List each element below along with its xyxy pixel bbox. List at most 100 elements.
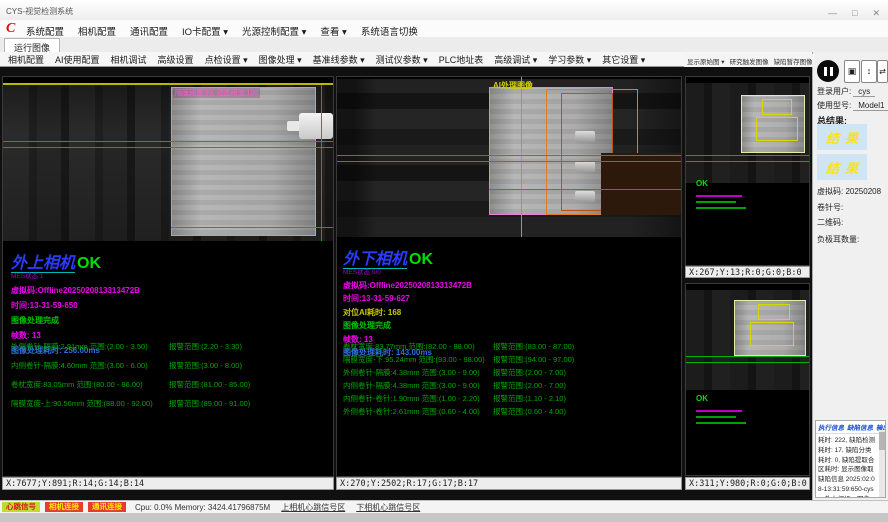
toolbar-item-image-process[interactable]: 图像处理 ▾	[259, 53, 302, 66]
toolbar-item-baseline-params[interactable]: 基准线参数 ▾	[313, 53, 365, 66]
menu-item-light-config[interactable]: 光源控制配置 ▾	[242, 24, 306, 38]
menu-item-camera-config[interactable]: 相机配置	[78, 24, 116, 38]
alarm-range-text: 报警范围:(83.00 - 87.00)	[493, 341, 574, 354]
menu-item-comm-config[interactable]: 通讯配置	[130, 24, 168, 38]
toolbar-item-advanced-settings[interactable]: 高级设置	[158, 53, 194, 66]
fixture-shadow	[601, 153, 682, 215]
tab-exec-info[interactable]: 执行信息	[818, 422, 844, 432]
result-overlay-mini: OK	[696, 173, 746, 209]
menu-bar: C 系统配置 相机配置 通讯配置 IO卡配置 ▾ 光源控制配置 ▾ 查看 ▾ 系…	[0, 20, 888, 37]
text-line-decoration	[696, 416, 736, 418]
swap-arrow-icon: ⇄	[879, 67, 886, 76]
menu-item-view[interactable]: 查看 ▾	[320, 24, 346, 38]
thumbnail-tab-strip: 显示原始图 ▾ 研究触发图像 缺陷暂存图像	[684, 54, 814, 67]
result-box-lower: 结果	[817, 154, 867, 180]
lower-camera-heartbeat-link[interactable]: 下相机心跳信号区	[356, 502, 420, 513]
minimize-button[interactable]: —	[828, 8, 837, 19]
measurement-text: 隔膜宽度-上:90.56mm 范围:(88.00 - 92.00)	[11, 398, 169, 417]
time-line: 时间:13-31-59-627	[343, 293, 643, 304]
upper-camera-heartbeat-link[interactable]: 上相机心跳信号区	[281, 502, 345, 513]
tab-trigger-image[interactable]: 研究触发图像	[730, 56, 769, 66]
updown-tool-button[interactable]: ↕	[861, 60, 877, 83]
measure-green-line	[686, 161, 809, 162]
alarm-range-text: 报警范围:(3.00 - 8.00)	[169, 360, 242, 379]
measure-green-line	[337, 161, 681, 162]
info-log-scrollbar[interactable]	[879, 430, 885, 497]
model-label: 使用型号:	[817, 101, 851, 110]
tab-defect-info[interactable]: 缺陷信息	[847, 422, 873, 432]
measurement-text: 外侧卷针-隔膜:2.91mm 范围:(2.00 - 3.50)	[11, 341, 169, 360]
toolbar-item-plc-table[interactable]: PLC地址表	[439, 53, 484, 66]
measurement-text: 外侧卷针-卷针:2.61mm 范围:(0.60 - 4.00)	[343, 406, 493, 419]
measurement-row: 隔膜宽度-上:90.56mm 范围:(88.00 - 92.00) 报警范围:(…	[11, 398, 333, 417]
heartbeat-status-badge: 心跳信号	[2, 502, 40, 512]
app-logo-icon: C	[6, 21, 15, 37]
result-overlay-mini: OK	[696, 388, 746, 424]
view-tab-strip: 运行图像	[0, 37, 888, 53]
ai-elapsed-line: 对位AI耗时: 168	[343, 307, 643, 318]
alarm-range-text: 报警范围:(0.60 - 4.00)	[493, 406, 566, 419]
thumbnail-view-bottom[interactable]: OK	[685, 283, 810, 476]
grid-tool-button[interactable]: ▣	[844, 60, 860, 83]
camera-view-upper-outer[interactable]: 隔膜阈值:93, 动态阈值:100 外上相机OK MES状态:1 虚拟码:Off…	[2, 76, 334, 477]
maximize-button[interactable]: □	[852, 8, 857, 19]
measurement-row: 内侧卷针-隔膜:4.38mm 范围:(3.00 - 9.00) 报警范围:(2.…	[343, 380, 679, 393]
camera-result-line: 外上相机OK	[11, 255, 311, 273]
toolbar-item-spot-check[interactable]: 点检设置 ▾	[205, 53, 248, 66]
pin-number-label: 卷针号:	[817, 202, 843, 213]
camera-view-lower-outer[interactable]: AI处理图像 外下相机OK MES状态:0/0 虚拟码:Offline20250…	[336, 76, 682, 477]
toolbar-item-camera-debug[interactable]: 相机调试	[111, 53, 147, 66]
camera-name: 外下相机	[343, 251, 407, 269]
virtual-code-line: 虚拟码:Offline2025020813313472B	[343, 280, 643, 291]
measure-green-line	[686, 155, 809, 156]
text-line-decoration	[696, 195, 742, 197]
measure-green-line	[686, 362, 809, 363]
toolbar-item-learn-params[interactable]: 学习参数 ▾	[548, 53, 591, 66]
cpu-memory-status: Cpu: 0.0% Memory: 3424.41796875M	[135, 503, 270, 512]
toolbar-item-tester-params[interactable]: 测试仪参数 ▾	[376, 53, 428, 66]
menu-item-system-config[interactable]: 系统配置	[26, 24, 64, 38]
measurement-text: 内侧卷针-隔膜:4.60mm 范围:(3.00 - 6.00)	[11, 360, 169, 379]
camera-result-line: 外下相机OK	[343, 251, 643, 269]
login-user-row: 登录用户:cys	[817, 86, 875, 97]
status-bar: 心跳信号 相机连接 通讯连接 Cpu: 0.0% Memory: 3424.41…	[0, 500, 888, 513]
baseline-yellow-line-vertical	[521, 77, 522, 237]
window-title: CYS-视觉检测系统	[6, 6, 73, 17]
battery-cell-image	[171, 87, 316, 236]
measure-green-line	[337, 155, 681, 156]
measurement-text: 外侧卷针-隔膜:4.38mm 范围:(3.00 - 9.00)	[343, 367, 493, 380]
detect-box-yellow	[762, 99, 792, 115]
electrode-tab	[575, 191, 595, 202]
swap-tool-button[interactable]: ⇄	[877, 60, 888, 83]
status-ok-label: OK	[77, 255, 101, 272]
alarm-range-text: 报警范围:(2.20 - 3.30)	[169, 341, 242, 360]
pixel-coordinate-bar: X:7677;Y:891;R:14;G:14;B:14	[2, 477, 334, 490]
thumbnail-view-top[interactable]: OK	[685, 76, 810, 266]
text-line-decoration	[696, 422, 746, 424]
tab-defect-cache-image[interactable]: 缺陷暂存图像	[774, 56, 813, 66]
pixel-coordinate-bar: X:267;Y:13;R:0;G:0;B:0	[685, 266, 810, 278]
scrollbar-thumb[interactable]	[879, 432, 885, 450]
menu-item-io-config[interactable]: IO卡配置 ▾	[182, 24, 228, 38]
status-ok-label: OK	[696, 394, 708, 403]
status-ok-label: OK	[696, 179, 708, 188]
pause-button[interactable]	[817, 60, 839, 82]
grid-icon: ▣	[848, 66, 857, 76]
measurement-text: 隔膜宽度-下:95.24mm 范围:(93.00 - 98.00)	[343, 354, 493, 367]
qr-code-label: 二维码:	[817, 217, 843, 228]
tab-original-image[interactable]: 显示原始图 ▾	[687, 56, 725, 66]
mes-status: MES状态:0/0	[343, 269, 643, 277]
measure-green-line	[3, 147, 333, 148]
detect-box-yellow	[758, 304, 790, 320]
virtual-code-line: 虚拟码:Offline2025020813313472B	[11, 285, 311, 296]
toolbar-item-other-settings[interactable]: 其它设置 ▾	[602, 53, 645, 66]
measurement-list: 外侧卷针-隔膜:2.91mm 范围:(2.00 - 3.50) 报警范围:(2.…	[11, 341, 333, 417]
right-sidebar: ▣ ↕ ⇄ 登录用户:cys 使用型号:Model1 总结果: 结果 结果 虚拟…	[812, 52, 888, 500]
toolbar-item-advanced-debug[interactable]: 高级调试 ▾	[494, 53, 537, 66]
toolbar-item-camera-config[interactable]: 相机配置	[8, 53, 44, 66]
menu-item-language[interactable]: 系统语言切换	[361, 24, 418, 38]
measurement-text: 内侧卷针-卷针:1.90mm 范围:(1.00 - 2.20)	[343, 393, 493, 406]
model-value: Model1	[853, 101, 888, 111]
close-button[interactable]: ✕	[872, 8, 880, 19]
toolbar-item-ai-config[interactable]: AI使用配置	[55, 53, 100, 66]
